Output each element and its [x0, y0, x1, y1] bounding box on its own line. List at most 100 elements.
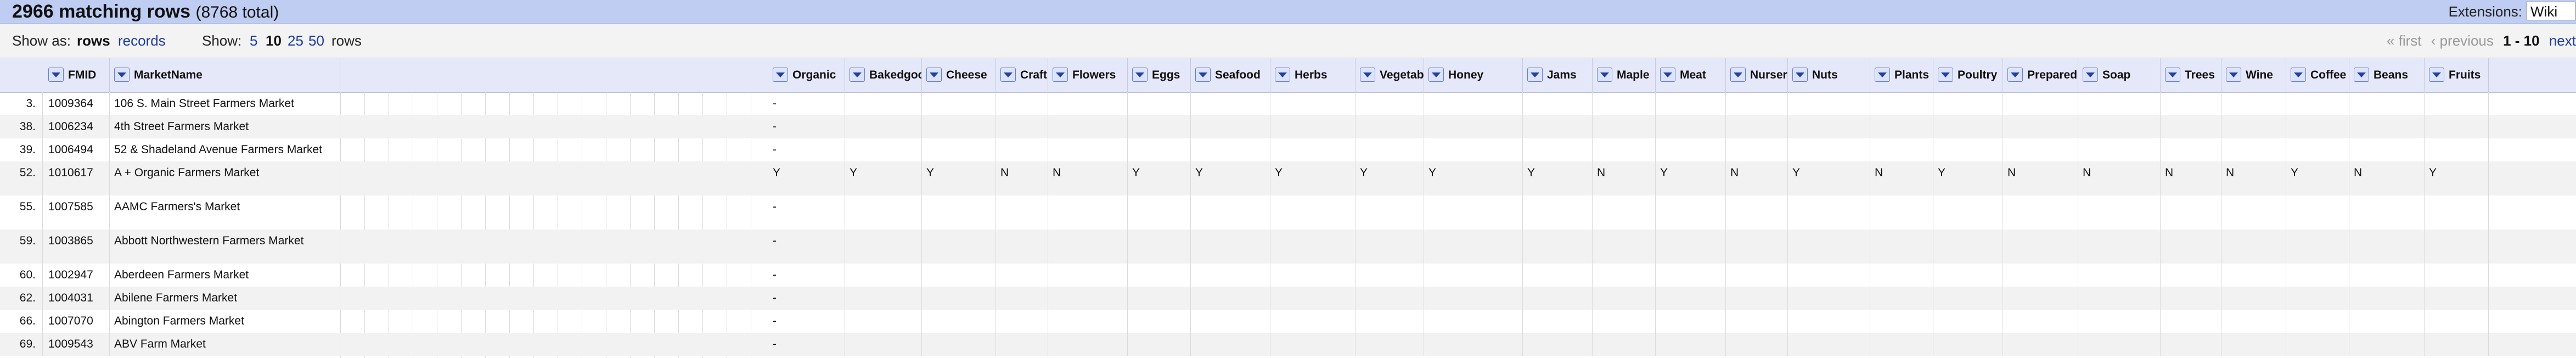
cell-cheese — [922, 230, 996, 264]
column-menu-dropdown-icon[interactable] — [2226, 68, 2241, 82]
cell-wine — [2221, 287, 2286, 310]
show-as-records-link[interactable]: records — [118, 24, 166, 58]
row-number: 55. — [0, 195, 43, 230]
table-row[interactable]: 66. 1007070 Abington Farmers Market - — [0, 310, 2576, 333]
table-row[interactable]: 52. 1010617 A + Organic Farmers Market Y Y Y N… — [0, 161, 2576, 195]
page-size-5-link[interactable]: 5 — [250, 24, 257, 58]
column-menu-dropdown-icon[interactable] — [1195, 68, 1211, 82]
column-header-poultry[interactable]: Poultry — [1933, 58, 2003, 92]
table-row[interactable]: 69. 1009543 ABV Farm Market - — [0, 333, 2576, 356]
cell-coffee — [2286, 264, 2349, 287]
column-menu-dropdown-icon[interactable] — [1275, 68, 1290, 82]
column-menu-dropdown-icon[interactable] — [773, 68, 788, 82]
column-header-marketname[interactable]: MarketName — [110, 58, 340, 92]
table-row[interactable]: 55. 1007585 AAMC Farmers's Market - — [0, 195, 2576, 230]
column-header-herbs[interactable]: Herbs — [1270, 58, 1356, 92]
column-header-honey[interactable]: Honey — [1424, 58, 1523, 92]
cell-maple — [1593, 333, 1656, 356]
column-menu-dropdown-icon[interactable] — [1875, 68, 1890, 82]
column-header-soap[interactable]: Soap — [2078, 58, 2161, 92]
cell-herbs: Y — [1270, 161, 1356, 195]
column-header-nuts[interactable]: Nuts — [1788, 58, 1870, 92]
cell-wine — [2221, 333, 2286, 356]
cell-wine — [2221, 195, 2286, 230]
cell-honey — [1424, 115, 1523, 138]
column-header-maple[interactable]: Maple — [1593, 58, 1656, 92]
column-header-beans[interactable]: Beans — [2349, 58, 2425, 92]
cell-trees — [2161, 264, 2221, 287]
column-header-label: Fruits — [2449, 69, 2481, 81]
table-row[interactable]: 39. 1006494 52 & Shadeland Avenue Farmers … — [0, 138, 2576, 161]
column-header-organic[interactable]: Organic — [768, 58, 845, 92]
column-header-prepared[interactable]: Prepared — [2003, 58, 2078, 92]
column-menu-dropdown-icon[interactable] — [1360, 68, 1375, 82]
column-menu-dropdown-icon[interactable] — [850, 68, 865, 82]
column-menu-dropdown-icon[interactable] — [2354, 68, 2369, 82]
cell-poultry — [1933, 195, 2003, 230]
column-header-nursery[interactable]: Nursery — [1726, 58, 1788, 92]
column-menu-dropdown-icon[interactable] — [2429, 68, 2444, 82]
cell-nursery — [1726, 195, 1788, 230]
column-menu-dropdown-icon[interactable] — [48, 68, 64, 82]
page-size-10-selected[interactable]: 10 — [266, 24, 282, 58]
column-header-flowers[interactable]: Flowers — [1048, 58, 1128, 92]
column-header-wine[interactable]: Wine — [2221, 58, 2286, 92]
column-menu-dropdown-icon[interactable] — [1053, 68, 1068, 82]
column-header-seafood[interactable]: Seafood — [1191, 58, 1270, 92]
column-menu-dropdown-icon[interactable] — [1730, 68, 1746, 82]
column-menu-dropdown-icon[interactable] — [1000, 68, 1016, 82]
cell-seafood — [1191, 195, 1270, 230]
column-menu-dropdown-icon[interactable] — [1938, 68, 1953, 82]
matching-rows-count: 2966 matching rows — [12, 1, 191, 22]
column-menu-dropdown-icon[interactable] — [1527, 68, 1543, 82]
next-page-link[interactable]: next — [2549, 32, 2576, 49]
column-header-meat[interactable]: Meat — [1656, 58, 1726, 92]
column-header-fmid[interactable]: FMID — [44, 58, 110, 92]
cell-coffee — [2286, 138, 2349, 161]
column-header-jams[interactable]: Jams — [1523, 58, 1593, 92]
column-menu-dropdown-icon[interactable] — [1597, 68, 1612, 82]
column-menu-dropdown-icon[interactable] — [1660, 68, 1675, 82]
column-header-bakedgoods[interactable]: Bakedgoods — [845, 58, 922, 92]
column-menu-dropdown-icon[interactable] — [114, 68, 130, 82]
column-header-coffee[interactable]: Coffee — [2286, 58, 2349, 92]
cell-nuts — [1788, 92, 1870, 115]
show-as-rows-option[interactable]: rows — [77, 24, 110, 58]
column-menu-dropdown-icon[interactable] — [1792, 68, 1808, 82]
page-size-50-link[interactable]: 50 — [308, 24, 324, 58]
column-header-crafts[interactable]: Crafts — [996, 58, 1048, 92]
cell-nursery — [1726, 230, 1788, 264]
column-header-cheese[interactable]: Cheese — [922, 58, 996, 92]
table-row[interactable]: 3. 1009364 106 S. Main Street Farmers Mark… — [0, 92, 2576, 115]
cell-wine — [2221, 138, 2286, 161]
previous-page-link[interactable]: ‹ previous — [2431, 32, 2494, 49]
column-header-vegetables[interactable]: Vegetables — [1356, 58, 1424, 92]
column-menu-dropdown-icon[interactable] — [926, 68, 942, 82]
cell-honey — [1424, 92, 1523, 115]
column-header-fruits[interactable]: Fruits — [2425, 58, 2489, 92]
row-number: 59. — [0, 230, 43, 264]
first-page-link[interactable]: « first — [2387, 32, 2422, 49]
column-header-label: Prepared — [2027, 69, 2078, 81]
extensions-dropdown[interactable]: Wiki — [2527, 2, 2576, 20]
cell-trees — [2161, 115, 2221, 138]
column-menu-dropdown-icon[interactable] — [1132, 68, 1148, 82]
column-header-label: FMID — [68, 69, 97, 81]
table-row[interactable]: 59. 1003865 Abbott Northwestern Farmers Ma… — [0, 230, 2576, 264]
column-header-plants[interactable]: Plants — [1870, 58, 1933, 92]
table-row[interactable]: 60. 1002947 Aberdeen Farmers Market - — [0, 264, 2576, 287]
column-header-trees[interactable]: Trees — [2161, 58, 2221, 92]
column-menu-dropdown-icon[interactable] — [2007, 68, 2023, 82]
table-row[interactable]: 38. 1006234 4th Street Farmers Market - — [0, 115, 2576, 138]
column-menu-dropdown-icon[interactable] — [2083, 68, 2098, 82]
cell-herbs — [1270, 92, 1356, 115]
column-header-eggs[interactable]: Eggs — [1128, 58, 1191, 92]
page-size-25-link[interactable]: 25 — [288, 24, 303, 58]
cell-crafts — [996, 115, 1048, 138]
column-menu-dropdown-icon[interactable] — [1428, 68, 1444, 82]
column-menu-dropdown-icon[interactable] — [2291, 68, 2306, 82]
cell-seafood — [1191, 287, 1270, 310]
column-menu-dropdown-icon[interactable] — [2165, 68, 2180, 82]
table-row[interactable]: 62. 1004031 Abilene Farmers Market - — [0, 287, 2576, 310]
cell-nuts — [1788, 230, 1870, 264]
